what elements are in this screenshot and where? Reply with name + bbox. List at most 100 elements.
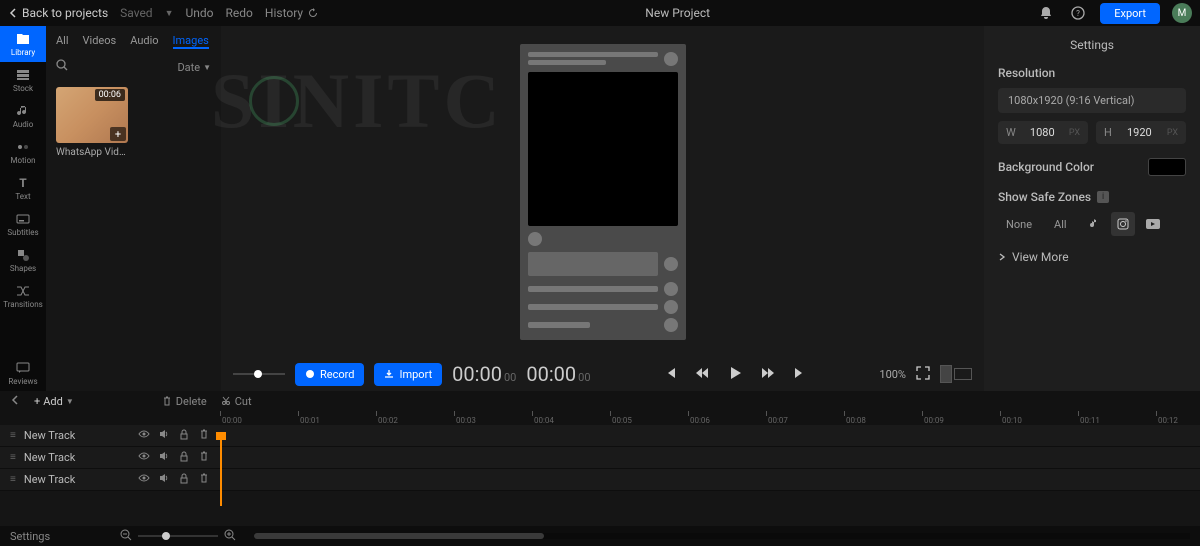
sidenav: Library Stock Audio Motion TText Subtitl… [0, 26, 46, 391]
sidenav-reviews[interactable]: Reviews [0, 355, 46, 391]
track-body[interactable] [220, 425, 1200, 446]
timeline-scroll[interactable] [254, 533, 1190, 539]
notification-icon[interactable] [1036, 3, 1056, 23]
track-name[interactable]: New Track [24, 429, 130, 442]
import-button[interactable]: Import [374, 363, 442, 386]
track-body[interactable] [220, 469, 1200, 490]
zoom-percent[interactable]: 100% [879, 368, 906, 381]
track-name[interactable]: New Track [24, 473, 130, 486]
view-more[interactable]: View More [998, 250, 1186, 264]
history-label: History [265, 6, 303, 20]
safe-youtube-icon[interactable] [1141, 212, 1165, 236]
tab-videos[interactable]: Videos [83, 34, 117, 49]
canvas-preview[interactable] [520, 44, 686, 340]
preview-panel: SINITC Record Import 00 [221, 26, 984, 391]
mute-icon[interactable] [158, 450, 170, 465]
resolution-select[interactable]: 1080x1920 (9:16 Vertical) [998, 88, 1186, 113]
media-thumbnail[interactable]: 00:06 + [56, 87, 128, 143]
mute-icon[interactable] [158, 472, 170, 487]
thumbnail-add-icon[interactable]: + [110, 127, 126, 141]
ruler-tick: 00:12 [1156, 411, 1178, 425]
delete-track-icon[interactable] [198, 472, 210, 487]
mute-icon[interactable] [158, 428, 170, 443]
visibility-icon[interactable] [138, 450, 150, 465]
timeline-settings[interactable]: Settings [10, 530, 50, 543]
sidenav-motion[interactable]: Motion [0, 134, 46, 170]
bg-color-swatch[interactable] [1148, 158, 1186, 176]
forward-icon[interactable] [761, 366, 775, 383]
visibility-icon[interactable] [138, 428, 150, 443]
tab-images[interactable]: Images [173, 34, 209, 49]
track-name[interactable]: New Track [24, 451, 130, 464]
height-input[interactable]: H1920PX [1096, 121, 1186, 144]
project-title[interactable]: New Project [331, 6, 1024, 20]
safe-all[interactable]: All [1046, 214, 1075, 235]
timeline-cut[interactable]: Cut [221, 395, 252, 408]
thumbnail-duration: 00:06 [95, 89, 125, 101]
width-input[interactable]: W1080PX [998, 121, 1088, 144]
library-zoom-slider[interactable] [233, 373, 285, 375]
library-panel: All Videos Audio Images Date ▼ 00:06 + W… [46, 26, 221, 391]
delete-track-icon[interactable] [198, 450, 210, 465]
safe-tiktok-icon[interactable] [1081, 212, 1105, 236]
fullscreen-icon[interactable] [916, 366, 930, 383]
play-icon[interactable] [727, 365, 743, 384]
track-body[interactable] [220, 447, 1200, 468]
help-icon[interactable]: ? [1068, 3, 1088, 23]
sidenav-subtitles[interactable]: Subtitles [0, 206, 46, 242]
rewind-icon[interactable] [695, 366, 709, 383]
zoom-out-icon[interactable] [120, 529, 132, 544]
drag-handle-icon[interactable]: ≡ [10, 452, 16, 463]
saved-dropdown[interactable]: ▼ [165, 8, 174, 19]
timeline-add[interactable]: + Add ▼ [34, 395, 74, 408]
record-button[interactable]: Record [295, 363, 364, 386]
timeline-ruler[interactable]: 00:0000:0100:0200:0300:0400:0500:0600:07… [220, 411, 1200, 425]
timeline-back-icon[interactable] [10, 394, 20, 408]
playhead-line[interactable] [220, 439, 222, 506]
aspect-horizontal[interactable] [954, 368, 972, 380]
lock-icon[interactable] [178, 428, 190, 443]
lock-icon[interactable] [178, 472, 190, 487]
redo-button[interactable]: Redo [226, 6, 253, 20]
sidenav-stock[interactable]: Stock [0, 62, 46, 98]
sort-date[interactable]: Date ▼ [177, 61, 211, 74]
sidenav-shapes[interactable]: Shapes [0, 242, 46, 278]
tab-audio[interactable]: Audio [130, 34, 158, 49]
undo-button[interactable]: Undo [186, 6, 214, 20]
time-current: 00:0000 [452, 362, 516, 386]
sidenav-library[interactable]: Library [0, 26, 46, 62]
next-frame-icon[interactable] [793, 366, 807, 383]
lock-icon[interactable] [178, 450, 190, 465]
sidenav-transitions[interactable]: Transitions [0, 278, 46, 314]
prev-frame-icon[interactable] [663, 366, 677, 383]
safe-instagram-icon[interactable] [1111, 212, 1135, 236]
history-button[interactable]: History [265, 6, 319, 20]
drag-handle-icon[interactable]: ≡ [10, 474, 16, 485]
ruler-tick: 00:09 [922, 411, 944, 425]
sidenav-text[interactable]: TText [0, 170, 46, 206]
aspect-vertical[interactable] [940, 365, 952, 383]
info-icon[interactable]: i [1097, 191, 1109, 203]
sidenav-label: Motion [10, 156, 35, 165]
timeline-delete[interactable]: Delete [162, 395, 207, 408]
delete-track-icon[interactable] [198, 428, 210, 443]
visibility-icon[interactable] [138, 472, 150, 487]
timeline-zoom [120, 529, 236, 544]
safe-none[interactable]: None [998, 214, 1040, 235]
ruler-tick: 00:03 [454, 411, 476, 425]
back-to-projects[interactable]: Back to projects [8, 6, 108, 20]
canvas-area [221, 26, 984, 357]
library-content: 00:06 + WhatsApp Video 2... [46, 81, 221, 164]
timeline-zoom-slider[interactable] [138, 535, 218, 537]
saved-status: Saved [120, 6, 152, 20]
back-label: Back to projects [22, 6, 108, 20]
zoom-in-icon[interactable] [224, 529, 236, 544]
ruler-tick: 00:07 [766, 411, 788, 425]
search-icon[interactable] [56, 59, 69, 75]
export-button[interactable]: Export [1100, 3, 1160, 24]
tab-all[interactable]: All [56, 34, 69, 49]
avatar[interactable]: M [1172, 3, 1192, 23]
sidenav-audio[interactable]: Audio [0, 98, 46, 134]
settings-title: Settings [998, 38, 1186, 52]
drag-handle-icon[interactable]: ≡ [10, 430, 16, 441]
